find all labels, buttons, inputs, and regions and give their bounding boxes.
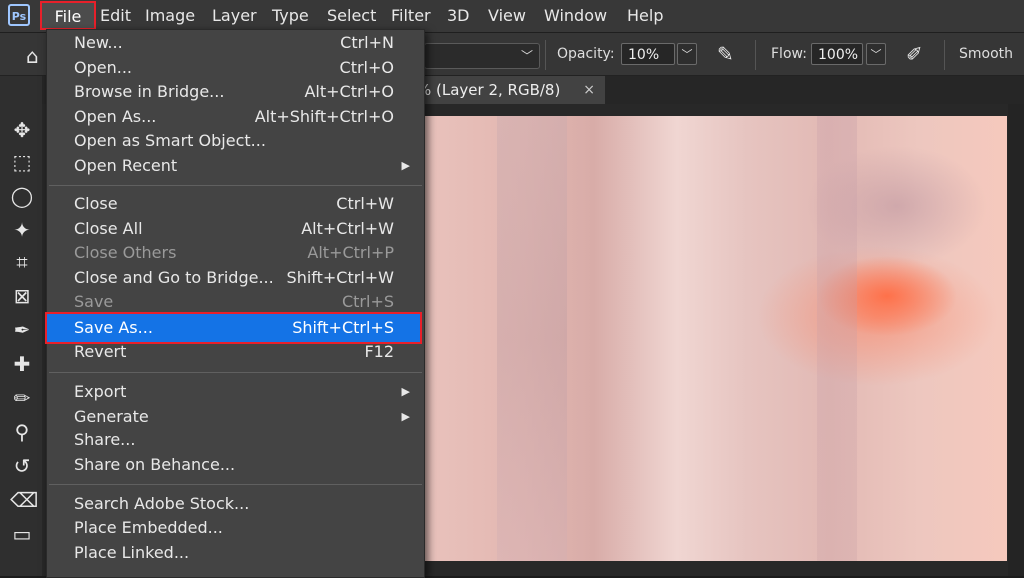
- menu-item-save: Save Ctrl+S: [74, 292, 394, 311]
- lasso-tool-icon[interactable]: ◯: [10, 184, 34, 208]
- menu-item-open-smart-object[interactable]: Open as Smart Object...: [47, 129, 424, 153]
- canvas-texture: [497, 116, 567, 561]
- menu-item-open-recent[interactable]: Open Recent ▶: [47, 154, 424, 178]
- brush-tool-icon[interactable]: ✏: [10, 386, 34, 410]
- pressure-opacity-icon[interactable]: ✎: [717, 42, 734, 66]
- flow-label: Flow:: [771, 46, 807, 62]
- menu-item-open-as[interactable]: Open As... Alt+Shift+Ctrl+O: [47, 105, 424, 129]
- brush-mode-dropdown[interactable]: ﹀: [424, 43, 540, 69]
- document-tab[interactable]: % (Layer 2, RGB/8) ×: [405, 76, 605, 104]
- opacity-label: Opacity:: [557, 46, 615, 62]
- menu-type[interactable]: Type: [272, 5, 309, 27]
- menu-item-close[interactable]: Close Ctrl+W: [47, 192, 424, 216]
- menu-select[interactable]: Select: [327, 5, 376, 27]
- separator: [944, 40, 945, 70]
- submenu-arrow-icon: ▶: [401, 410, 410, 423]
- menu-edit[interactable]: Edit: [100, 5, 131, 27]
- submenu-arrow-icon: ▶: [401, 159, 410, 172]
- menu-item-place-embedded[interactable]: Place Embedded...: [47, 516, 424, 540]
- gradient-tool-icon[interactable]: ▭: [10, 522, 34, 546]
- menu-separator: [49, 484, 422, 485]
- menu-item-close-others: Close Others Alt+Ctrl+P: [74, 243, 394, 262]
- menu-item-revert[interactable]: Revert F12: [47, 340, 424, 364]
- marquee-tool-icon[interactable]: ⬚: [10, 150, 34, 174]
- eyedropper-tool-icon[interactable]: ✒: [10, 318, 34, 342]
- clone-stamp-tool-icon[interactable]: ⚲: [10, 420, 34, 444]
- menu-3d[interactable]: 3D: [447, 5, 470, 27]
- menu-item-share[interactable]: Share...: [47, 428, 424, 452]
- separator: [545, 40, 546, 70]
- magic-wand-tool-icon[interactable]: ✦: [10, 218, 34, 242]
- frame-tool-icon[interactable]: ⊠: [10, 284, 34, 308]
- smoothing-label: Smooth: [959, 46, 1014, 62]
- move-tool-icon[interactable]: ✥: [10, 118, 34, 142]
- opacity-dropdown[interactable]: ﹀: [677, 43, 697, 65]
- separator: [755, 40, 756, 70]
- menu-item-open[interactable]: Open... Ctrl+O: [47, 56, 424, 80]
- menu-item-close-go-to-bridge[interactable]: Close and Go to Bridge... Shift+Ctrl+W: [47, 266, 424, 290]
- healing-brush-tool-icon[interactable]: ✚: [10, 352, 34, 376]
- menu-separator: [49, 185, 422, 186]
- menu-item-close-all[interactable]: Close All Alt+Ctrl+W: [47, 217, 424, 241]
- file-menu-dropdown: New... Ctrl+N Open... Ctrl+O Browse in Bri…: [45, 29, 425, 578]
- menu-image[interactable]: Image: [145, 5, 195, 27]
- menu-window[interactable]: Window: [544, 5, 607, 27]
- menu-view[interactable]: View: [488, 5, 526, 27]
- eraser-tool-icon[interactable]: ⌫: [10, 488, 38, 512]
- home-icon[interactable]: ⌂: [26, 44, 39, 68]
- menu-item-share-on-behance[interactable]: Share on Behance...: [47, 453, 424, 477]
- canvas-texture: [817, 116, 857, 561]
- flow-dropdown[interactable]: ﹀: [866, 43, 886, 65]
- history-brush-tool-icon[interactable]: ↺: [10, 454, 34, 478]
- document-tab-title: % (Layer 2, RGB/8): [417, 81, 561, 99]
- menu-item-new[interactable]: New... Ctrl+N: [47, 31, 424, 55]
- submenu-arrow-icon: ▶: [401, 385, 410, 398]
- menu-help[interactable]: Help: [627, 5, 663, 27]
- panel-edge: [1008, 104, 1024, 576]
- menu-file[interactable]: File: [40, 1, 96, 30]
- menu-filter[interactable]: Filter: [391, 5, 431, 27]
- tools-panel: ✥ ⬚ ◯ ✦ ⌗ ⊠ ✒ ✚ ✏ ⚲ ↺ ⌫ ▭: [0, 76, 43, 576]
- photoshop-logo-icon[interactable]: Ps: [8, 4, 30, 26]
- close-icon[interactable]: ×: [583, 76, 595, 104]
- menu-item-place-linked[interactable]: Place Linked...: [47, 541, 424, 565]
- menu-item-generate[interactable]: Generate ▶: [47, 405, 424, 429]
- menu-layer[interactable]: Layer: [212, 5, 257, 27]
- opacity-input[interactable]: 10%: [621, 43, 675, 65]
- flow-input[interactable]: 100%: [811, 43, 863, 65]
- airbrush-icon[interactable]: ✐: [906, 42, 923, 66]
- document-canvas[interactable]: [417, 116, 1007, 561]
- menu-separator: [49, 372, 422, 373]
- crop-tool-icon[interactable]: ⌗: [10, 250, 34, 274]
- chevron-down-icon: ﹀: [520, 49, 533, 63]
- menu-item-search-adobe-stock[interactable]: Search Adobe Stock...: [47, 492, 424, 516]
- menu-item-export[interactable]: Export ▶: [47, 380, 424, 404]
- menu-item-browse-in-bridge[interactable]: Browse in Bridge... Alt+Ctrl+O: [47, 80, 424, 104]
